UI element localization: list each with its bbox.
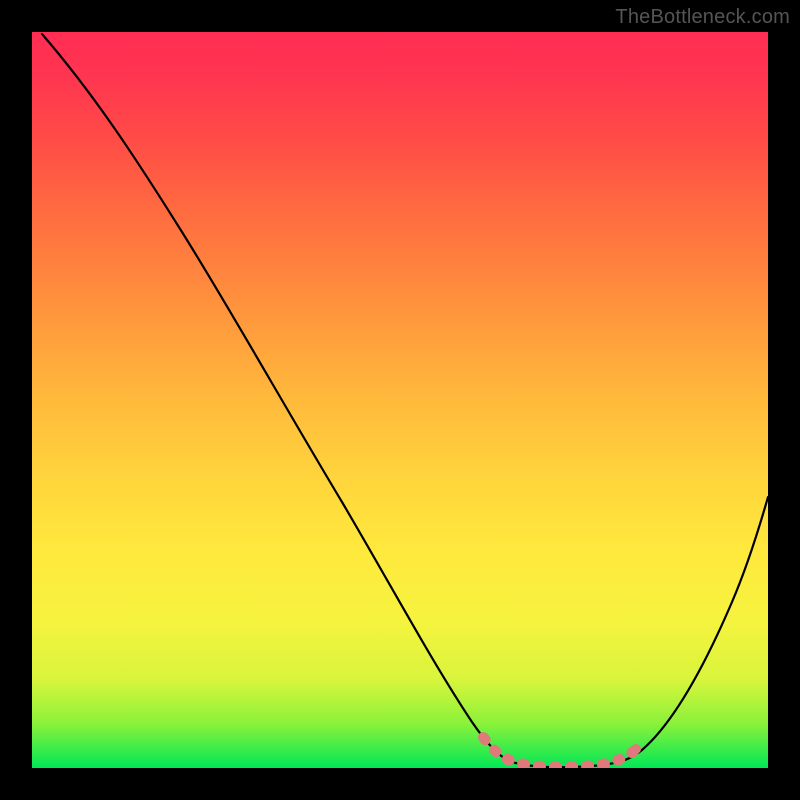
chart-background-gradient [32, 32, 768, 768]
watermark-text: TheBottleneck.com [615, 6, 790, 29]
chart-frame: TheBottleneck.com [0, 0, 800, 800]
